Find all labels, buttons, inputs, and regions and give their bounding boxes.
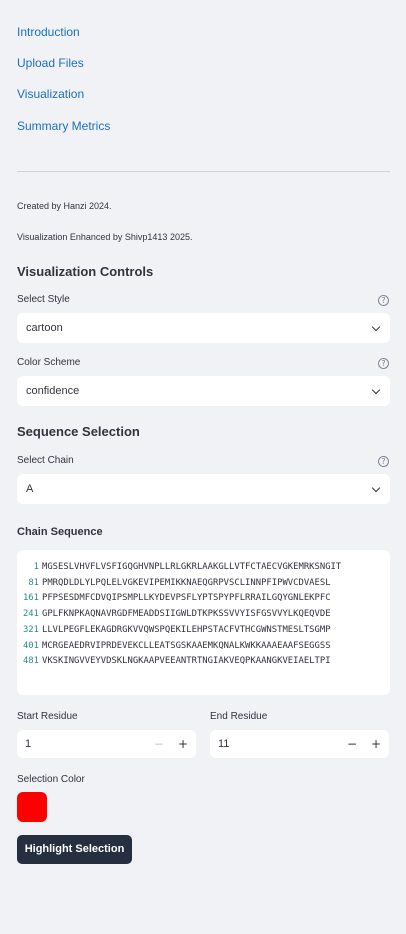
start-residue-value: 1 <box>25 738 32 750</box>
question-circle-icon[interactable]: ? <box>378 456 389 467</box>
minus-icon[interactable]: − <box>340 730 364 758</box>
sequence-line-text: MGSESLVHVFLVSFIGQGHVNPLLRLGKRLAAKGLLVTFC… <box>42 562 342 572</box>
chevron-down-icon <box>371 322 381 332</box>
sequence-line-text: VKSKINGVVEYVDSKLNGKAAPVEEANTRTNGIAKVEQPK… <box>42 656 331 667</box>
sequence-line: 1 MGSESLVHVFLVSFIGQGHVNPLLRLGKRLAAKGLLVTF… <box>17 560 390 576</box>
credit-created: Created by Hanzi 2024. <box>17 201 112 211</box>
chain-sequence-label: Chain Sequence <box>17 526 103 538</box>
selection-color-label: Selection Color <box>17 774 85 785</box>
sequence-line-number: 1 <box>33 562 39 572</box>
plus-icon[interactable]: + <box>171 730 195 758</box>
color-scheme-label: Color Scheme <box>17 357 81 368</box>
question-circle-icon[interactable]: ? <box>378 358 389 369</box>
sequence-selection-heading: Sequence Selection <box>17 424 140 439</box>
sequence-line: 81 PMRQDLDLYLPQLELVGKEVIPEMIKKNAEQGRPVSCL… <box>17 576 390 592</box>
sequence-line: 241 GPLFKNPKAQNAVRGDFMEADDSIIGWLDTKPKSSVV… <box>17 607 390 623</box>
credit-enhanced: Visualization Enhanced by Shivp1413 2025… <box>17 232 193 242</box>
chain-label: Select Chain <box>17 455 74 466</box>
nav-link-introduction[interactable]: Introduction <box>17 25 80 39</box>
sequence-line-text: LLVLPEGFLEKAGDRGKVVQWSPQEKILEHPSTACFVTHC… <box>42 624 331 635</box>
nav-link-upload-files[interactable]: Upload Files <box>17 56 84 70</box>
end-residue-value: 11 <box>218 738 230 750</box>
sequence-line-number: 241 <box>22 609 39 620</box>
chevron-down-icon <box>371 385 381 395</box>
sequence-line-text: GPLFKNPKAQNAVRGDFMEADDSIIGWLDTKPKSSVVYIS… <box>42 609 331 620</box>
sequence-line-number: 321 <box>22 624 39 635</box>
color-scheme-value: confidence <box>26 385 80 397</box>
start-residue-input[interactable]: 1 − + <box>17 730 196 758</box>
nav-link-summary-metrics[interactable]: Summary Metrics <box>17 119 110 133</box>
minus-icon[interactable]: − <box>147 730 171 758</box>
sequence-line-number: 401 <box>22 640 39 651</box>
style-label: Select Style <box>17 294 70 305</box>
viz-controls-heading: Visualization Controls <box>17 264 154 279</box>
chain-select-value: A <box>26 483 34 495</box>
chevron-down-icon <box>371 483 381 493</box>
sequence-line-number: 161 <box>22 593 39 604</box>
sequence-line: 401 MCRGEAEDRVIPRDEVEKCLLEATSGSKAAEMKQNAL… <box>17 639 390 655</box>
nav-link-visualization[interactable]: Visualization <box>17 87 84 101</box>
start-residue-label: Start Residue <box>17 711 78 722</box>
end-residue-label: End Residue <box>210 711 268 722</box>
color-scheme-select[interactable]: confidence <box>17 376 390 406</box>
divider <box>17 171 390 172</box>
sequence-line-number: 81 <box>28 577 39 588</box>
sequence-line-text: MCRGEAEDRVIPRDEVEKCLLEATSGSKAAEMKQNALKWK… <box>42 640 331 651</box>
sequence-line-text: PMRQDLDLYLPQLELVGKEVIPEMIKKNAEQGRPVSCLIN… <box>42 577 331 588</box>
sequence-line: 321 LLVLPEGFLEKAGDRGKVVQWSPQEKILEHPSTACFV… <box>17 623 390 639</box>
style-select-value: cartoon <box>26 322 63 334</box>
sequence-line-number: 481 <box>22 656 39 667</box>
plus-icon[interactable]: + <box>364 730 388 758</box>
sequence-line-text: PFPSESDMFCDVQIPSMPLLKYDEVPSFLYPTSPYPFLRR… <box>42 593 331 604</box>
style-select[interactable]: cartoon <box>17 313 390 343</box>
selection-color-picker[interactable] <box>17 792 47 822</box>
sequence-viewer[interactable]: 1 MGSESLVHVFLVSFIGQGHVNPLLRLGKRLAAKGLLVTF… <box>17 550 390 695</box>
sequence-line: 161 PFPSESDMFCDVQIPSMPLLKYDEVPSFLYPTSPYPF… <box>17 591 390 607</box>
end-residue-input[interactable]: 11 − + <box>210 730 389 758</box>
sequence-line: 481 VKSKINGVVEYVDSKLNGKAAPVEEANTRTNGIAKVE… <box>17 654 390 670</box>
question-circle-icon[interactable]: ? <box>378 295 389 306</box>
chain-select[interactable]: A <box>17 474 390 504</box>
highlight-selection-button[interactable]: Highlight Selection <box>17 835 132 864</box>
